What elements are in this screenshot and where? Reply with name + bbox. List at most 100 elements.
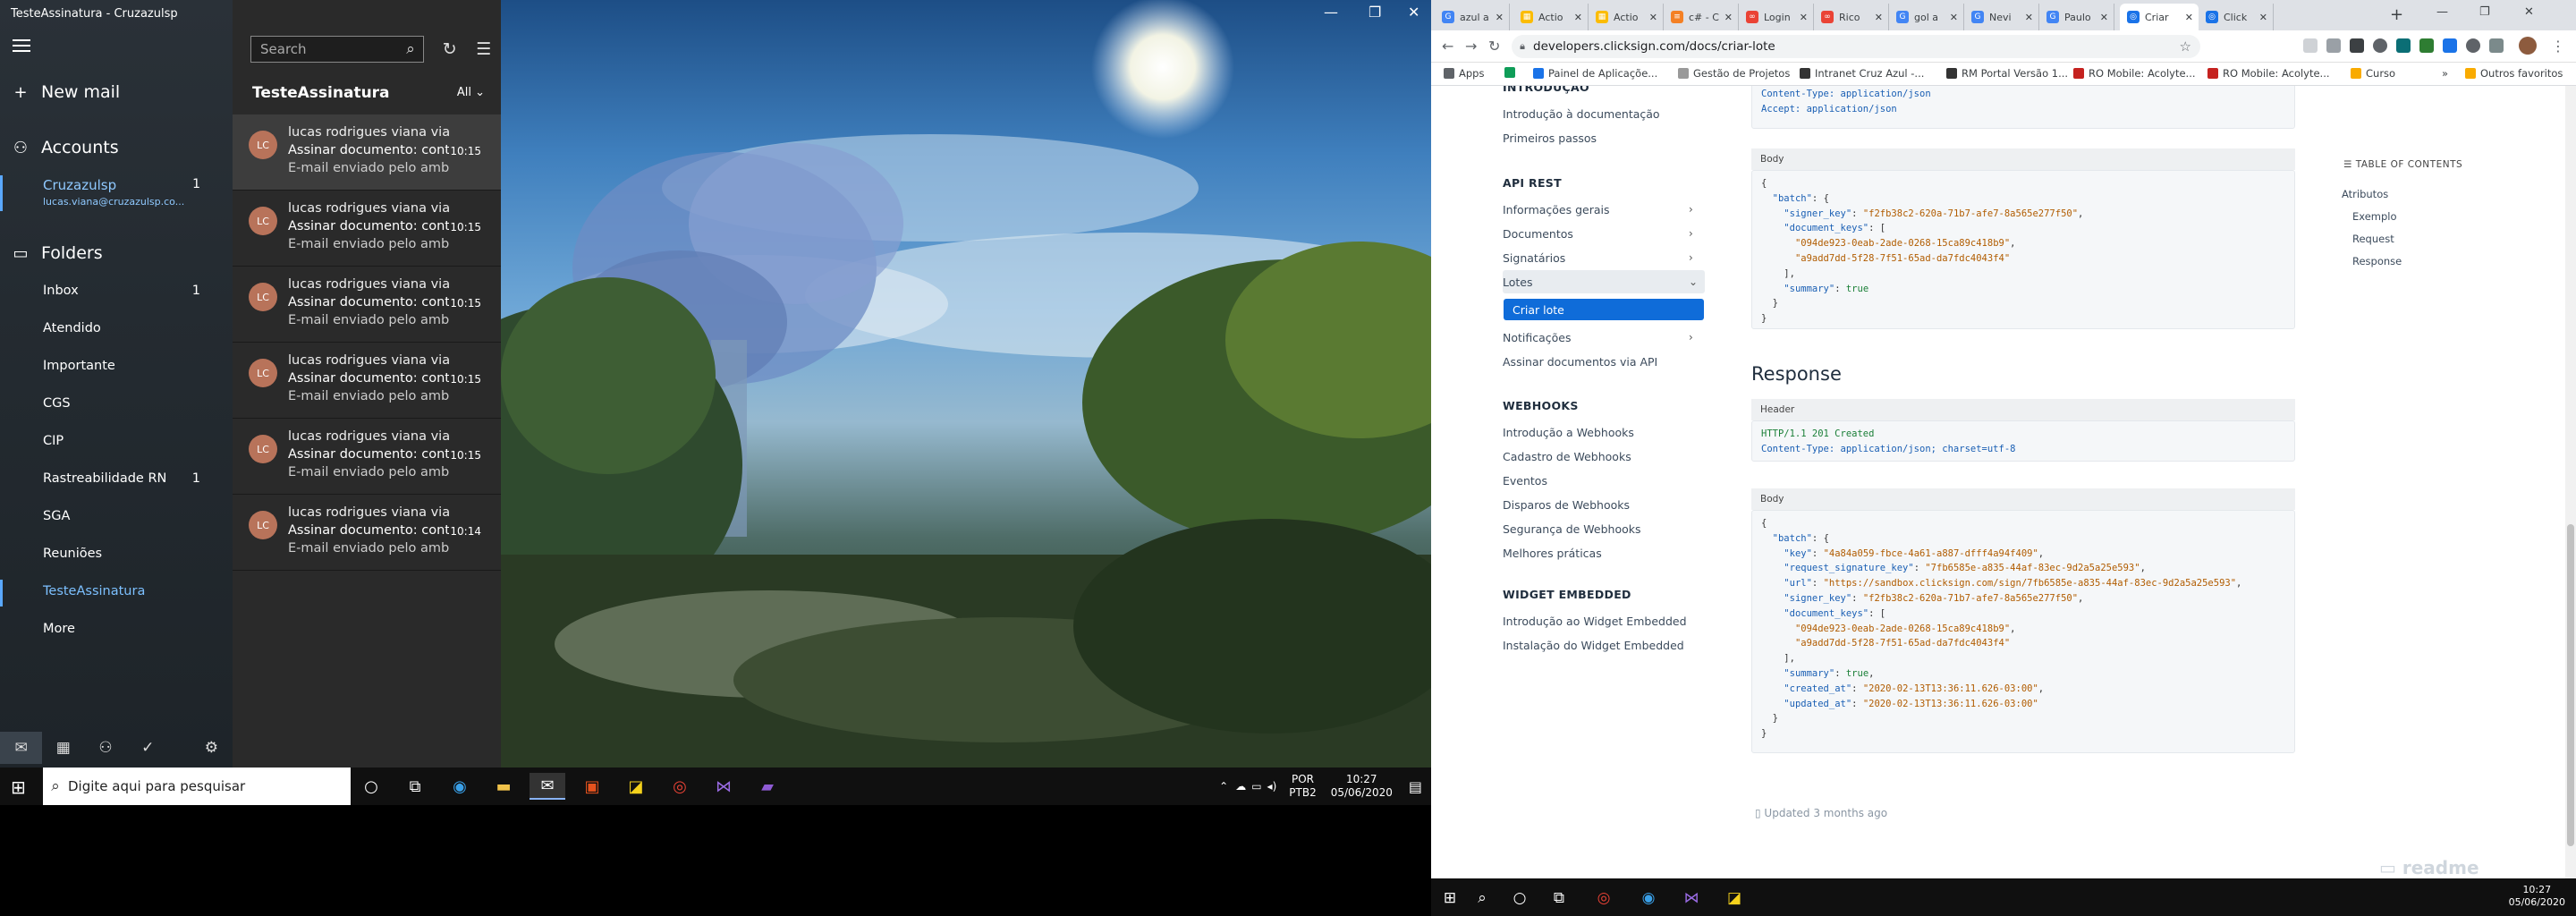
settings-gear-icon[interactable]: ⚙: [191, 732, 233, 764]
sidebar-item-disparos-webhooks[interactable]: Disparos de Webhooks: [1503, 498, 1630, 512]
sticky-notes-icon[interactable]: ◪: [1719, 886, 1750, 911]
tab-close-icon[interactable]: ✕: [1875, 12, 1883, 23]
clock[interactable]: 10:27 05/06/2020: [1331, 773, 1393, 800]
maximize-icon[interactable]: ❐: [2479, 5, 2490, 19]
sidebar-item-eventos[interactable]: Eventos: [1503, 474, 1547, 488]
browser-tab[interactable]: ▦ Actio ✕: [1513, 4, 1589, 30]
browser-tab[interactable]: Ggol a ✕: [1889, 4, 1964, 30]
toc-item-request[interactable]: Request: [2352, 233, 2394, 245]
edge-icon[interactable]: ◉: [442, 773, 478, 800]
tab-close-icon[interactable]: ✕: [2185, 12, 2193, 23]
kebab-menu-icon[interactable]: ⋮: [2551, 38, 2565, 55]
extension-icon[interactable]: [2443, 38, 2457, 53]
sidebar-item-intro-webhooks[interactable]: Introdução a Webhooks: [1503, 426, 1634, 439]
url-text[interactable]: developers.clicksign.com/docs/criar-lote: [1533, 39, 1775, 54]
tab-close-icon[interactable]: ✕: [2259, 12, 2267, 23]
office-icon[interactable]: ▣: [574, 773, 610, 800]
calendar-icon[interactable]: ▦: [42, 732, 84, 764]
volume-icon[interactable]: ◂): [1267, 780, 1277, 793]
browser-tab[interactable]: ▦ Actio ✕: [1589, 4, 1664, 30]
taskbar-search-input[interactable]: Digite aqui para pesquisar: [68, 778, 245, 794]
browser-tab[interactable]: G Nevi ✕: [1964, 4, 2039, 30]
bookmark-item[interactable]: RO Mobile: Acolyte...: [2073, 67, 2196, 80]
windows-start-icon[interactable]: ⊞: [11, 776, 26, 798]
taskbar-search[interactable]: ⌕ Digite aqui para pesquisar: [43, 768, 351, 805]
bookmark-item[interactable]: Intranet Cruz Azul -...: [1800, 67, 1924, 80]
minimize-icon[interactable]: —: [1324, 4, 1338, 21]
extension-icon[interactable]: [2373, 38, 2387, 53]
tab-close-icon[interactable]: ✕: [2025, 12, 2033, 23]
sticky-notes-icon[interactable]: ◪: [618, 773, 654, 800]
bookmark-item[interactable]: Apps: [1444, 67, 1484, 80]
cortana-icon[interactable]: ○: [1504, 886, 1535, 911]
shield-icon[interactable]: [2350, 38, 2364, 53]
extension-icon[interactable]: [2396, 38, 2411, 53]
folder-rastreabilidade-rn[interactable]: Rastreabilidade RN 1: [43, 471, 222, 486]
folder-sga[interactable]: SGA: [43, 509, 222, 523]
request-body-tab[interactable]: Body: [1751, 148, 2295, 170]
network-icon[interactable]: ▭: [1251, 780, 1261, 793]
folder-atendido[interactable]: Atendido: [43, 321, 222, 335]
clock[interactable]: 10:27 05/06/2020: [2509, 884, 2565, 909]
reload-icon[interactable]: ↻: [1488, 38, 1500, 55]
back-icon[interactable]: ←: [1442, 38, 1453, 55]
message-item[interactable]: LC lucas rodrigues viana via Cl Assinar …: [233, 343, 501, 419]
folder-inbox[interactable]: Inbox 1: [43, 284, 222, 298]
toc-item-exemplo[interactable]: Exemplo: [2352, 210, 2397, 223]
sidebar-item-notificacoes[interactable]: Notificações ›: [1503, 331, 1693, 344]
visual-studio-icon[interactable]: ⋈: [706, 773, 741, 800]
selection-mode-icon[interactable]: ☰: [476, 39, 491, 59]
search-icon[interactable]: ⌕: [398, 40, 423, 58]
windows-start-icon[interactable]: ⊞: [1435, 886, 1465, 911]
tab-close-icon[interactable]: ✕: [1724, 12, 1733, 23]
extension-icon[interactable]: [2326, 38, 2341, 53]
browser-tab[interactable]: ◎ Click ✕: [2199, 4, 2274, 30]
sidebar-item-signatarios[interactable]: Signatários ›: [1503, 251, 1693, 265]
message-item[interactable]: LC lucas rodrigues viana via Cl Assinar …: [233, 191, 501, 267]
sidebar-item-informacoes-gerais[interactable]: Informações gerais ›: [1503, 203, 1693, 216]
folder-importante[interactable]: Importante: [43, 359, 222, 373]
todo-icon[interactable]: ✓: [127, 732, 169, 764]
language-indicator[interactable]: POR PTB2: [1289, 773, 1316, 800]
onedrive-icon[interactable]: ☁: [1235, 780, 1246, 793]
folder-reunioes[interactable]: Reuniões: [43, 547, 222, 561]
app-icon[interactable]: ▰: [750, 773, 785, 800]
folder-cgs[interactable]: CGS: [43, 396, 222, 411]
bookmark-item[interactable]: RM Portal Versão 1...: [1946, 67, 2068, 80]
extension-icon[interactable]: [2419, 38, 2434, 53]
toc-item-response[interactable]: Response: [2352, 255, 2402, 267]
hamburger-menu-icon[interactable]: [13, 39, 30, 52]
tab-close-icon[interactable]: ✕: [2100, 12, 2108, 23]
file-explorer-icon[interactable]: ▬: [486, 773, 521, 800]
mail-app-icon[interactable]: ✉: [530, 773, 565, 800]
tab-close-icon[interactable]: ✕: [1574, 12, 1582, 23]
task-view-icon[interactable]: ⧉: [1544, 886, 1574, 911]
sidebar-item-instalacao-widget[interactable]: Instalação do Widget Embedded: [1503, 639, 1684, 652]
new-tab-button[interactable]: +: [2390, 5, 2403, 24]
toc-item-atributos[interactable]: Atributos: [2342, 188, 2388, 200]
folders-header[interactable]: ▭ Folders: [0, 240, 233, 267]
omnibox[interactable]: 🔒︎ developers.clicksign.com/docs/criar-l…: [1512, 35, 2200, 58]
sync-icon[interactable]: ↻: [443, 39, 457, 59]
folder-testeassinatura[interactable]: TesteAssinatura: [43, 584, 222, 598]
tab-close-icon[interactable]: ✕: [1649, 12, 1657, 23]
tab-close-icon[interactable]: ✕: [1800, 12, 1808, 23]
sidebar-item-lotes[interactable]: Lotes ⌄: [1503, 276, 1698, 289]
search-icon[interactable]: ⌕: [1467, 886, 1497, 911]
browser-tab[interactable]: G Paulo ✕: [2039, 4, 2114, 30]
sidebar-item-intro-widget[interactable]: Introdução ao Widget Embedded: [1503, 615, 1687, 628]
message-item[interactable]: LC lucas rodrigues viana via Cl Assinar …: [233, 114, 501, 191]
sidebar-item-documentos[interactable]: Documentos ›: [1503, 227, 1693, 241]
new-mail-button[interactable]: + New mail: [0, 79, 233, 106]
bookmark-item[interactable]: Gestão de Projetos: [1678, 67, 1790, 80]
cortana-icon[interactable]: ○: [353, 773, 389, 800]
message-item[interactable]: LC lucas rodrigues viana via Cl Assinar …: [233, 495, 501, 571]
sidebar-item-primeiros-passos[interactable]: Primeiros passos: [1503, 131, 1597, 145]
filter-dropdown[interactable]: All ⌄: [457, 86, 485, 99]
avatar[interactable]: [2519, 37, 2537, 55]
task-view-icon[interactable]: ⧉: [397, 773, 433, 800]
chrome-icon[interactable]: ◎: [662, 773, 698, 800]
search-input[interactable]: Search: [251, 41, 398, 57]
minimize-icon[interactable]: —: [2436, 5, 2448, 19]
sidebar-item-introducao[interactable]: Introdução à documentação: [1503, 107, 1660, 121]
